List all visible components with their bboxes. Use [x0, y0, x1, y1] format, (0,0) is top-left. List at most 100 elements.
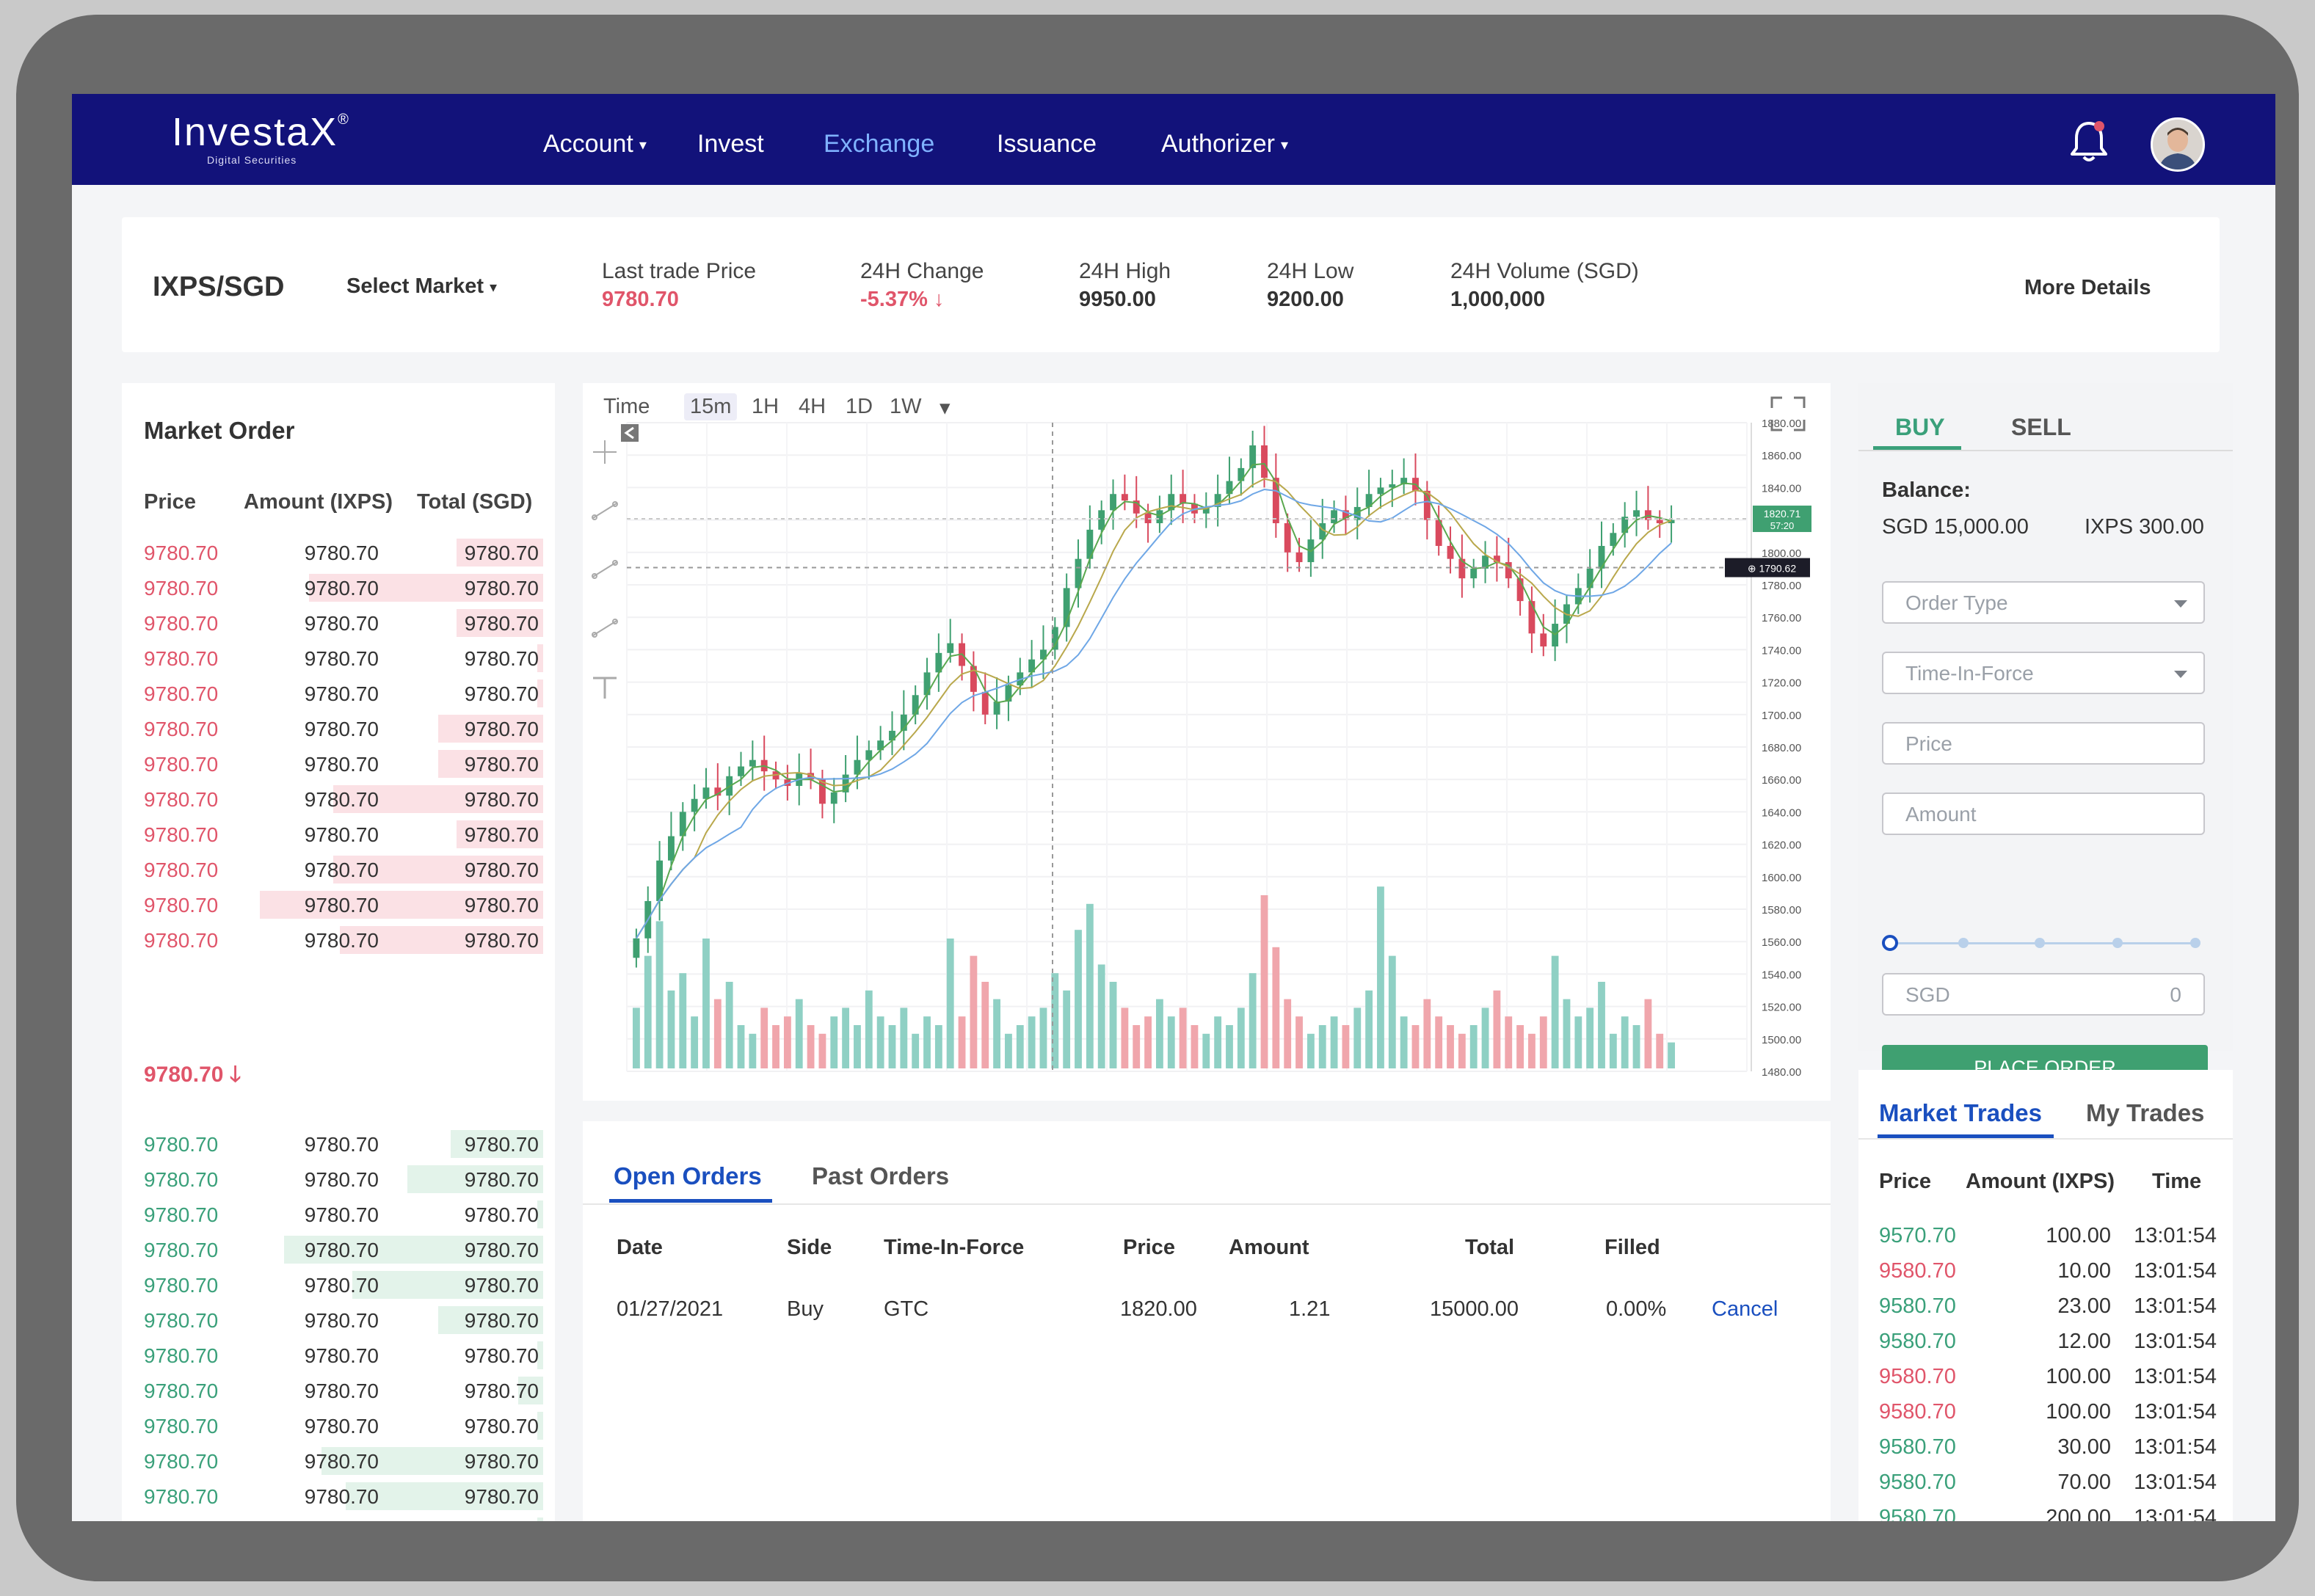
nav-authorizer[interactable]: Authorizer ▾ — [1161, 129, 1288, 160]
candlestick-chart[interactable]: 1880.001860.001840.001820.001800.001780.… — [583, 383, 1831, 1101]
y-tick-label: 1840.00 — [1762, 482, 1801, 495]
more-details-link[interactable]: More Details — [2024, 276, 2151, 300]
ask-row[interactable]: 9780.70 9780.70 9780.70 — [122, 534, 555, 569]
logo-subtitle: Digital Securities — [207, 154, 297, 166]
bid-row[interactable]: 9780.70 9780.70 9780.70 — [122, 1196, 555, 1231]
interval-more-chevron-icon[interactable]: ▾ — [934, 393, 956, 422]
trade-tabs-divider — [1858, 450, 2233, 451]
volume-bar — [1028, 1016, 1036, 1068]
candle-body — [691, 798, 698, 812]
ask-row[interactable]: 9780.70 9780.70 9780.70 — [122, 675, 555, 710]
device-frame: InvestaX® Digital Securities Account ▾ In… — [16, 15, 2299, 1581]
interval-15m[interactable]: 15m — [684, 393, 738, 420]
tab-buy[interactable]: BUY — [1895, 414, 1945, 441]
candle-body — [1610, 533, 1617, 546]
trade-price: 9580.70 — [1879, 1365, 1956, 1388]
chevron-down-icon — [2174, 671, 2187, 678]
order-amount: 9780.70 — [304, 542, 379, 564]
order-price: 9780.70 — [144, 682, 219, 705]
bid-row[interactable]: 9780.70 9780.70 9780.70 — [122, 1126, 555, 1161]
tab-past-orders[interactable]: Past Orders — [812, 1162, 949, 1190]
sgd-total-input[interactable]: SGD 0 — [1882, 973, 2205, 1016]
volume-bar — [1435, 1016, 1443, 1068]
slider-stop-100[interactable] — [2190, 938, 2200, 948]
logo[interactable]: InvestaX® Digital Securities — [172, 112, 349, 166]
nav-issuance[interactable]: Issuance — [997, 129, 1097, 158]
measure-tool-icon[interactable] — [592, 619, 618, 638]
volume-bar — [993, 999, 1001, 1068]
volume-bar — [970, 955, 978, 1068]
ask-row[interactable]: 9780.70 9780.70 9780.70 — [122, 569, 555, 605]
select-market-dropdown[interactable]: Select Market ▾ — [346, 274, 497, 299]
bid-row[interactable]: 9780.70 9780.70 9780.70 — [122, 1302, 555, 1337]
candle-body — [912, 695, 919, 715]
last-price-value: 9780.70 — [144, 1063, 224, 1087]
candle-body — [1272, 478, 1279, 524]
market-trades-panel: Market Trades My Trades Price Amount (IX… — [1858, 1070, 2233, 1521]
candle-body — [923, 672, 931, 696]
candle-body — [947, 643, 954, 653]
ask-row[interactable]: 9780.70 9780.70 9780.70 — [122, 746, 555, 781]
bid-row[interactable]: 9780.70 9780.70 9780.70 — [122, 1267, 555, 1302]
ask-row[interactable]: 9780.70 9780.70 9780.70 — [122, 640, 555, 675]
bid-row[interactable]: 9780.70 9780.70 9780.70 — [122, 1161, 555, 1196]
amount-input[interactable]: Amount — [1882, 792, 2205, 835]
fib-tool-icon[interactable] — [592, 560, 618, 579]
ask-row[interactable]: 9780.70 9780.70 9780.70 — [122, 886, 555, 922]
cancel-order-button[interactable]: Cancel — [1712, 1297, 1778, 1322]
slider-stop-75[interactable] — [2112, 938, 2123, 948]
bid-row[interactable]: 9780.70 9780.70 9780.70 — [122, 1407, 555, 1443]
crosshair-tool-icon[interactable] — [593, 440, 617, 464]
time-in-force-select[interactable]: Time-In-Force — [1882, 652, 2205, 694]
volume-bar — [1632, 1025, 1640, 1068]
bid-row[interactable]: 9780.70 9780.70 9780.70 — [122, 1372, 555, 1407]
tab-open-orders[interactable]: Open Orders — [614, 1162, 762, 1190]
order-price: 1820.00 — [1120, 1297, 1197, 1321]
volume-bar — [633, 1007, 640, 1068]
nav-invest[interactable]: Invest — [697, 129, 764, 158]
interval-1d[interactable]: 1D — [840, 393, 879, 420]
order-type-select[interactable]: Order Type — [1882, 581, 2205, 624]
ask-row[interactable]: 9780.70 9780.70 9780.70 — [122, 922, 555, 957]
bid-row[interactable]: 9780.70 9780.70 9780.70 — [122, 1231, 555, 1267]
nav-exchange[interactable]: Exchange — [824, 129, 934, 158]
avatar[interactable] — [2151, 117, 2205, 172]
text-tool-icon[interactable] — [593, 677, 617, 699]
amount-slider-handle[interactable] — [1882, 935, 1898, 951]
volume-bar — [1481, 1007, 1489, 1068]
stat-value: 9950.00 — [1079, 288, 1156, 311]
order-price: 9780.70 — [144, 612, 219, 635]
volume-bar — [888, 1025, 896, 1068]
interval-1h[interactable]: 1H — [746, 393, 785, 420]
ask-row[interactable]: 9780.70 9780.70 9780.70 — [122, 710, 555, 746]
price-input[interactable]: Price — [1882, 722, 2205, 765]
trend-line-tool-icon[interactable] — [592, 501, 618, 520]
collapse-toolbar-icon[interactable] — [621, 424, 639, 442]
volume-bar — [1388, 955, 1396, 1068]
bid-row[interactable]: 9780.70 9780.70 9780.70 — [122, 1478, 555, 1513]
bell-icon[interactable] — [2067, 117, 2111, 164]
order-amount: 9780.70 — [304, 1380, 379, 1402]
interval-1w[interactable]: 1W — [884, 393, 928, 420]
bid-row[interactable]: 9780.70 9780.70 9780.70 — [122, 1337, 555, 1372]
bid-row[interactable]: 9780.70 9780.70 9780.70 — [122, 1513, 555, 1521]
order-book-header-amount: Amount (IXPS) — [244, 490, 393, 514]
nav-account[interactable]: Account ▾ — [543, 129, 647, 160]
ask-row[interactable]: 9780.70 9780.70 9780.70 — [122, 851, 555, 886]
ask-row[interactable]: 9780.70 9780.70 9780.70 — [122, 605, 555, 640]
volume-bar — [1260, 895, 1268, 1068]
tab-sell[interactable]: SELL — [2011, 414, 2071, 441]
slider-stop-25[interactable] — [1958, 938, 1969, 948]
slider-stop-50[interactable] — [2035, 938, 2045, 948]
interval-4h[interactable]: 4H — [793, 393, 832, 420]
ask-row[interactable]: 9780.70 9780.70 9780.70 — [122, 816, 555, 851]
orders-header-filled: Filled — [1604, 1236, 1660, 1259]
ask-row[interactable]: 9780.70 9780.70 9780.70 — [122, 781, 555, 816]
bid-row[interactable]: 9780.70 9780.70 9780.70 — [122, 1443, 555, 1478]
trade-amount: 10.00 — [2057, 1259, 2111, 1283]
y-tick-label: 1620.00 — [1762, 839, 1801, 852]
tab-my-trades[interactable]: My Trades — [2086, 1099, 2204, 1127]
trade-time: 13:01:54 — [2134, 1506, 2217, 1521]
trade-row: 9580.70 100.00 13:01:54 — [1858, 1400, 2233, 1435]
tab-market-trades[interactable]: Market Trades — [1879, 1099, 2042, 1127]
